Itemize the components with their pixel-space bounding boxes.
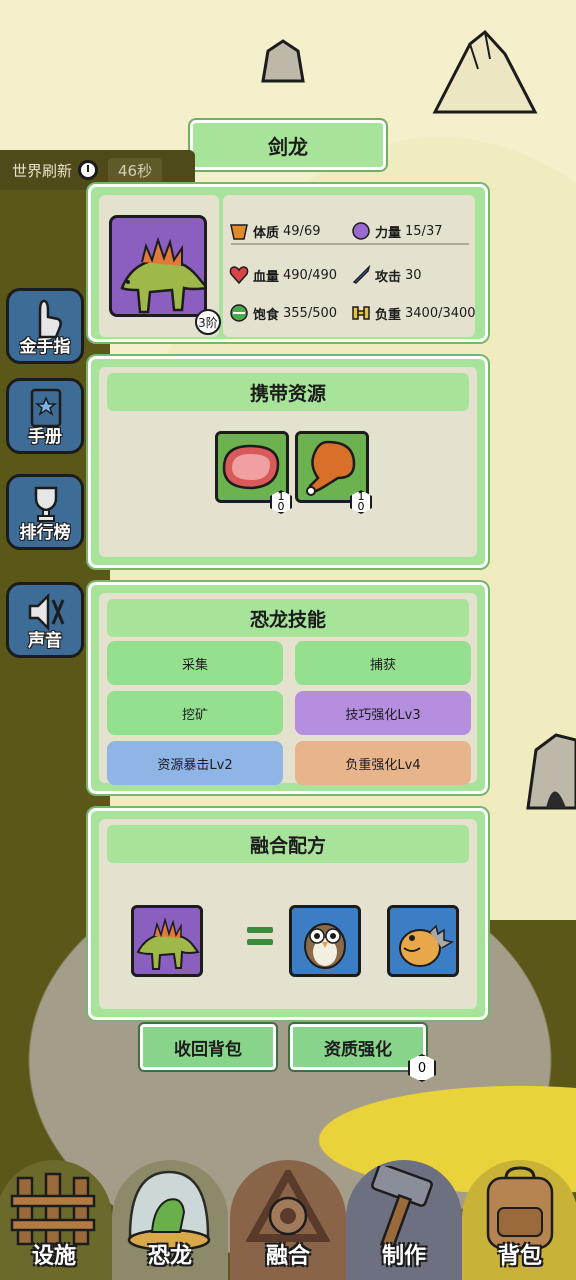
recipe-stegosaurus[interactable] bbox=[131, 905, 203, 977]
owl-icon bbox=[304, 923, 346, 969]
fence-icon bbox=[10, 1172, 96, 1246]
hand-pointer-icon bbox=[25, 297, 67, 339]
resources-title: 携带资源 bbox=[107, 373, 469, 411]
resource-steak[interactable]: 1 0 bbox=[215, 431, 292, 514]
nav-dinosaurs[interactable]: 恐龙 bbox=[112, 1160, 228, 1280]
stat-value: 355/500 bbox=[283, 305, 338, 321]
carried-resources-panel: 携带资源 1 0 1 0 bbox=[88, 356, 488, 568]
bowl-icon bbox=[230, 304, 248, 322]
ankylosaurus-icon bbox=[399, 924, 454, 967]
heart-icon bbox=[229, 266, 249, 285]
nav-label: 背包 bbox=[497, 1244, 542, 1269]
stat-label: 力量 bbox=[375, 225, 402, 241]
world-refresh-time: 46秒 bbox=[108, 157, 163, 183]
stat-value: 3400/3400 bbox=[405, 305, 476, 321]
equals-icon bbox=[247, 925, 275, 949]
leaderboard-button[interactable]: 排行榜 bbox=[6, 474, 84, 550]
fusion-inner: 融合配方 bbox=[99, 819, 477, 1009]
skill-load-boost[interactable]: 负重强化Lv4 bbox=[295, 741, 471, 785]
nav-label: 设施 bbox=[31, 1244, 76, 1269]
recipe-owl[interactable] bbox=[289, 905, 361, 977]
torso-icon bbox=[230, 224, 248, 240]
book-icon bbox=[25, 387, 67, 429]
fusion-title: 融合配方 bbox=[107, 825, 469, 863]
rock-icon bbox=[261, 39, 305, 83]
handbook-button[interactable]: 手册 bbox=[6, 378, 84, 454]
skills-inner: 恐龙技能 采集 捕获 挖矿 技巧强化Lv3 资源暴击Lv2 负重强化Lv4 bbox=[99, 593, 477, 785]
skills-title: 恐龙技能 bbox=[107, 599, 469, 637]
sword-icon bbox=[352, 265, 371, 284]
avatar-frame: 3阶 bbox=[99, 195, 221, 337]
recall-to-backpack-button[interactable]: 收回背包 bbox=[140, 1024, 276, 1070]
stats-box: 体质 49/69 力量 15/37 血量 490/490 攻击 30 饱食 35… bbox=[223, 195, 476, 337]
page-title: 剑龙 bbox=[190, 120, 386, 170]
stat-label: 负重 bbox=[375, 307, 402, 323]
steak-icon bbox=[222, 444, 280, 490]
sound-button[interactable]: 声音 bbox=[6, 582, 84, 658]
stat-label: 血量 bbox=[253, 269, 280, 285]
fist-icon bbox=[352, 222, 370, 240]
stat-satiety: 饱食 355/500 bbox=[229, 303, 337, 323]
nav-label: 恐龙 bbox=[147, 1244, 192, 1269]
resource-count: 0 bbox=[277, 500, 285, 513]
stat-hp: 血量 490/490 bbox=[229, 265, 337, 285]
resource-drumstick[interactable]: 1 0 bbox=[295, 431, 372, 514]
stat-label: 攻击 bbox=[375, 269, 402, 285]
stat-value: 49/69 bbox=[283, 223, 321, 239]
nav-crafting[interactable]: 制作 bbox=[346, 1160, 462, 1280]
skill-resource-crit[interactable]: 资源暴击Lv2 bbox=[107, 741, 283, 785]
dino-info-panel: 3阶 体质 49/69 力量 15/37 血量 490/490 攻击 30 饱食… bbox=[88, 184, 488, 342]
stegosaurus-avatar bbox=[109, 215, 207, 317]
mountain-icon bbox=[432, 29, 538, 114]
skill-technique[interactable]: 技巧强化Lv3 bbox=[295, 691, 471, 735]
stat-constitution: 体质 49/69 bbox=[229, 221, 320, 241]
nav-backpack[interactable]: 背包 bbox=[462, 1160, 576, 1280]
cave-icon bbox=[526, 733, 576, 810]
fusion-recipe-panel: 融合配方 bbox=[88, 808, 488, 1020]
stat-value: 30 bbox=[405, 267, 422, 283]
stat-load: 负重 3400/3400 bbox=[351, 303, 476, 323]
stopwatch-icon bbox=[78, 160, 99, 180]
stat-strength: 力量 15/37 bbox=[351, 221, 442, 241]
nav-facilities[interactable]: 设施 bbox=[0, 1160, 112, 1280]
nav-fusion[interactable]: 融合 bbox=[230, 1160, 346, 1280]
cheat-button[interactable]: 金手指 bbox=[6, 288, 84, 364]
stat-value: 490/490 bbox=[283, 267, 338, 283]
stat-attack: 攻击 30 bbox=[351, 265, 422, 285]
dino-skills-panel: 恐龙技能 采集 捕获 挖矿 技巧强化Lv3 资源暴击Lv2 负重强化Lv4 bbox=[88, 582, 488, 794]
recipe-ankylosaurus[interactable] bbox=[387, 905, 459, 977]
resources-inner: 携带资源 1 0 1 0 bbox=[99, 367, 477, 557]
nav-label: 制作 bbox=[381, 1244, 426, 1269]
skill-mining[interactable]: 挖矿 bbox=[107, 691, 283, 735]
speaker-mute-icon bbox=[25, 591, 67, 633]
tier-badge: 3阶 bbox=[195, 309, 221, 335]
dumbbell-icon bbox=[352, 306, 370, 320]
stat-label: 饱食 bbox=[253, 307, 280, 323]
trophy-icon bbox=[25, 483, 67, 525]
stat-label: 体质 bbox=[253, 225, 280, 241]
skill-capture[interactable]: 捕获 bbox=[295, 641, 471, 685]
stats-divider bbox=[231, 243, 469, 245]
world-refresh-label: 世界刷新 bbox=[12, 161, 73, 180]
aptitude-enhance-button[interactable]: 资质强化 bbox=[290, 1024, 426, 1070]
skill-gather[interactable]: 采集 bbox=[107, 641, 283, 685]
resource-count: 0 bbox=[357, 500, 365, 513]
drumstick-icon bbox=[306, 440, 356, 496]
stegosaurus-icon bbox=[136, 917, 200, 970]
nav-label: 融合 bbox=[265, 1244, 310, 1269]
stat-value: 15/37 bbox=[405, 223, 443, 239]
